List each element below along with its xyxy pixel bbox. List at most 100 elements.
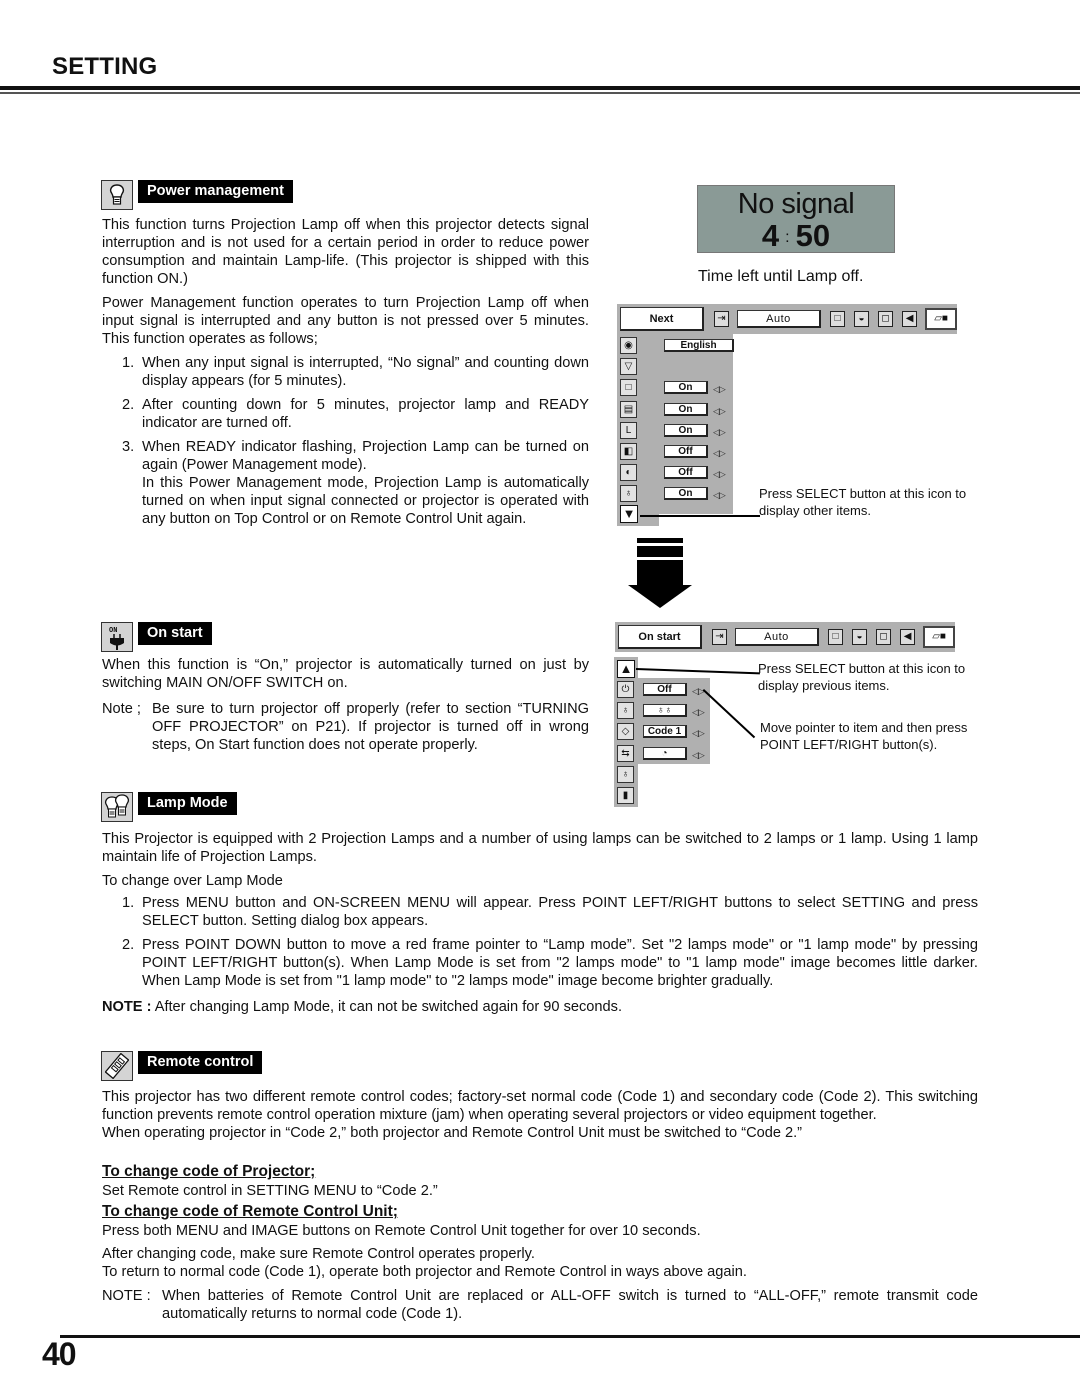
osd-value[interactable]: Off — [643, 683, 687, 696]
sound-icon[interactable]: ◀ — [900, 629, 916, 645]
osd-value[interactable]: On — [664, 402, 708, 416]
list-item: 1. When any input signal is interrupted,… — [122, 354, 589, 390]
list-item: 3. When READY indicator flashing, Projec… — [122, 438, 589, 528]
remote-control-heading: Remote control — [101, 1051, 263, 1081]
color-icon[interactable]: ◒ — [852, 629, 868, 645]
list-text-main: When READY indicator flashing, Projectio… — [142, 439, 589, 473]
countdown-minutes: 4 — [761, 218, 780, 253]
up-triangle-icon[interactable]: ▲ — [617, 660, 635, 678]
screen-icon[interactable]: □ — [829, 311, 845, 327]
left-right-arrows-icon[interactable]: ◁▷ — [713, 380, 726, 398]
osd-title[interactable]: On start — [618, 625, 702, 649]
rear-icon[interactable]: ◐ — [620, 464, 637, 482]
footer-rule — [60, 1335, 1080, 1338]
section-label: Lamp Mode — [138, 792, 237, 815]
left-right-arrows-icon[interactable]: ◁▷ — [713, 465, 726, 483]
no-signal-display: No signal 4:50 — [697, 185, 895, 253]
list-number: 3. — [122, 439, 135, 455]
paragraph: To change over Lamp Mode — [102, 873, 283, 889]
list-number: 2. — [122, 397, 135, 413]
left-right-arrows-icon[interactable]: ◁▷ — [692, 682, 705, 700]
list-item: 2. After counting down for 5 minutes, pr… — [122, 396, 589, 432]
osd-value[interactable]: Off — [664, 466, 708, 480]
countdown-seconds: 50 — [795, 218, 831, 253]
source-select[interactable]: Auto — [737, 310, 821, 328]
list-number: 2. — [122, 937, 135, 953]
input-icon[interactable]: ⇥ — [713, 311, 729, 327]
sound-icon[interactable]: ◀ — [902, 311, 918, 327]
power-management-heading: Power management — [101, 180, 293, 210]
keystone-icon[interactable]: ▽ — [620, 358, 637, 376]
blue-back-icon[interactable]: □ — [620, 379, 637, 397]
image-icon[interactable]: ◻ — [878, 311, 894, 327]
image-icon[interactable]: ◻ — [876, 629, 892, 645]
screen-icon[interactable]: □ — [827, 629, 843, 645]
osd-value[interactable]: Off — [664, 445, 708, 458]
on-start-heading: ON On start — [101, 622, 212, 652]
osd-value[interactable]: On — [664, 423, 708, 437]
osd-value[interactable]: On — [664, 487, 708, 501]
on-start-icon[interactable]: ⏻ — [617, 681, 634, 698]
osd-value[interactable]: Code 1 — [643, 725, 687, 739]
language-globe-icon[interactable]: ◉ — [620, 337, 637, 354]
remote-control-icon[interactable]: ◇ — [617, 723, 634, 741]
osd-title[interactable]: Next — [620, 307, 704, 331]
paragraph: When this function is “On,” projector is… — [102, 657, 589, 691]
list-number: 1. — [122, 895, 135, 911]
osd-menu-bar: On start ⇥ Auto □ ◒ ◻ ◀ ▱■ — [615, 622, 956, 652]
list-text: When any input signal is interrupted, “N… — [142, 355, 589, 389]
list-text: Press MENU button and ON-SCREEN MENU wil… — [142, 895, 978, 929]
display-icon[interactable]: ▤ — [620, 400, 637, 418]
paragraph: When operating projector in “Code 2,” bo… — [102, 1125, 803, 1141]
power-management-icon[interactable]: ♁ — [620, 485, 637, 503]
remote-control-icon — [101, 1051, 133, 1081]
usb-icon[interactable]: ⇆ — [617, 744, 634, 762]
osd-value[interactable]: English — [664, 339, 734, 352]
paragraph: Power Management function operates to tu… — [102, 295, 589, 347]
down-triangle-icon[interactable]: ▼ — [620, 505, 638, 523]
left-right-arrows-icon[interactable]: ◁▷ — [692, 746, 705, 764]
left-right-arrows-icon[interactable]: ◁▷ — [713, 486, 726, 504]
color-icon[interactable]: ◒ — [854, 311, 870, 327]
source-select[interactable]: Auto — [735, 628, 819, 646]
left-right-arrows-icon[interactable]: ◁▷ — [713, 423, 726, 441]
logo-icon[interactable]: L — [620, 421, 637, 439]
on-start-plug-icon: ON — [101, 622, 133, 652]
left-right-arrows-icon[interactable]: ◁▷ — [692, 724, 705, 742]
ceiling-icon[interactable]: ◧ — [620, 443, 637, 460]
power-management-body: This function turns Projection Lamp off … — [102, 216, 589, 534]
point-buttons-note: Move pointer to item and then press POIN… — [760, 720, 968, 752]
paragraph: After changing code, make sure Remote Co… — [102, 1246, 535, 1262]
left-right-arrows-icon[interactable]: ◁▷ — [713, 402, 726, 420]
paragraph: This Projector is equipped with 2 Projec… — [102, 831, 978, 865]
osd-value[interactable]: On — [664, 381, 708, 395]
input-icon[interactable]: ⇥ — [711, 629, 727, 645]
svg-text:ON: ON — [109, 627, 117, 635]
two-lamps-icon — [101, 792, 133, 822]
list-text-extra: In this Power Management mode, Projectio… — [142, 475, 589, 527]
remote-control-body: This projector has two different remote … — [102, 1088, 978, 1148]
header-rule-thin — [0, 92, 1080, 94]
no-signal-caption: Time left until Lamp off. — [698, 268, 864, 285]
countdown-timer: 4:50 — [761, 218, 831, 253]
left-right-arrows-icon[interactable]: ◁▷ — [713, 444, 726, 462]
after-change-text: After changing code, make sure Remote Co… — [102, 1245, 978, 1323]
note: NOTE : When batteries of Remote Control … — [102, 1287, 978, 1323]
note-text: Be sure to turn projector off properly (… — [152, 701, 589, 753]
leader-line — [702, 689, 756, 738]
exit-door-icon[interactable]: ▮ — [617, 787, 634, 804]
note-label: NOTE : — [102, 1288, 151, 1304]
setting-icon[interactable]: ▱■ — [923, 626, 956, 648]
lamp-mode-heading: Lamp Mode — [101, 792, 237, 822]
lamp-mode-icon[interactable]: ♁ — [617, 702, 634, 720]
osd-value[interactable]: ◔ — [643, 746, 687, 760]
setting-icon[interactable]: ▱■ — [925, 308, 958, 330]
lamp-counter-icon[interactable]: ♁ — [617, 765, 634, 783]
note: NOTE : After changing Lamp Mode, it can … — [102, 998, 978, 1016]
page-title: SETTING — [52, 53, 158, 80]
left-right-arrows-icon[interactable]: ◁▷ — [692, 703, 705, 721]
note-label: Note ; — [102, 701, 141, 717]
osd-value[interactable]: ♁♁ — [643, 704, 687, 718]
page-number: 40 — [42, 1336, 77, 1372]
previous-items-note: Press SELECT button at this icon to disp… — [758, 661, 966, 693]
